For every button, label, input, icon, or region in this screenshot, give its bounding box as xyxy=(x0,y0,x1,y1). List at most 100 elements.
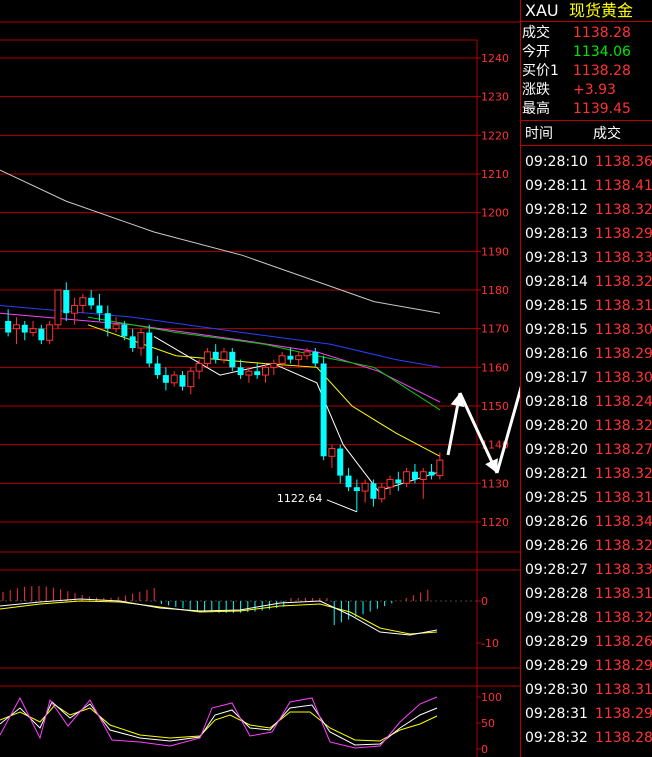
tick-row[interactable]: 09:28:27 1138.33 xyxy=(521,558,652,582)
tick-row[interactable]: 09:28:18 1138.24 xyxy=(521,390,652,414)
candle-body xyxy=(254,371,261,376)
tick-price: 1138.33 xyxy=(595,562,652,578)
candle-body xyxy=(395,479,402,484)
tick-price: 1138.31 xyxy=(595,490,652,506)
price-axis-label: 1180 xyxy=(481,284,509,297)
candle-body xyxy=(220,351,228,361)
tick-row[interactable]: 09:28:29 1138.26 xyxy=(521,630,652,654)
price-axis-label: 1130 xyxy=(481,477,509,490)
quote-row: 成交 1138.28 xyxy=(521,24,652,43)
candle-body xyxy=(195,362,203,372)
candle-body xyxy=(303,351,311,357)
tick-price: 1138.33 xyxy=(595,250,652,266)
tick-price: 1138.32 xyxy=(595,274,652,290)
tick-row[interactable]: 09:28:28 1138.32 xyxy=(521,606,652,630)
candle-body xyxy=(104,313,111,329)
tick-price: 1138.31 xyxy=(595,298,652,314)
candle-body xyxy=(112,324,120,330)
candle-body xyxy=(411,471,418,480)
candle-body xyxy=(328,448,336,457)
tick-time: 09:28:29 xyxy=(525,658,588,674)
candle-body xyxy=(386,478,394,488)
tick-row[interactable]: 09:28:10 1138.36 xyxy=(521,150,652,174)
candle-body xyxy=(312,351,319,364)
tick-row[interactable]: 09:28:29 1138.29 xyxy=(521,654,652,678)
tick-time: 09:28:28 xyxy=(525,610,588,626)
kdj-axis-label: 100 xyxy=(481,691,502,704)
tick-time: 09:28:14 xyxy=(525,274,588,290)
price-axis-label: 1160 xyxy=(481,361,509,374)
quote-value: 1134.06 xyxy=(573,44,631,60)
tick-time: 09:28:28 xyxy=(525,586,588,602)
divider xyxy=(521,145,652,146)
tick-row[interactable]: 09:28:16 1138.29 xyxy=(521,342,652,366)
tick-row[interactable]: 09:28:20 1138.32 xyxy=(521,414,652,438)
symbol-header: XAU 现货黄金 xyxy=(521,0,652,22)
tick-row[interactable]: 09:28:13 1138.29 xyxy=(521,222,652,246)
quote-label: 今开 xyxy=(522,44,550,60)
candle-body xyxy=(237,367,244,376)
candle-body xyxy=(179,375,186,387)
candle-body xyxy=(46,324,54,341)
tick-row[interactable]: 09:28:28 1138.31 xyxy=(521,582,652,606)
candle-body xyxy=(187,370,195,388)
quote-row: 最高 1139.45 xyxy=(521,100,652,119)
quote-value: 1139.45 xyxy=(573,101,631,117)
candle-body xyxy=(370,483,377,499)
tick-row[interactable]: 09:28:12 1138.32 xyxy=(521,198,652,222)
candle-body xyxy=(29,328,37,334)
tick-row[interactable]: 09:28:31 1138.29 xyxy=(521,702,652,726)
tick-row[interactable]: 09:28:14 1138.32 xyxy=(521,270,652,294)
price-axis-label: 1120 xyxy=(481,516,509,529)
candle-body xyxy=(353,487,360,492)
price-axis-label: 1150 xyxy=(481,400,509,413)
low-annotation-line xyxy=(326,499,358,513)
candle-body xyxy=(345,475,352,488)
candle-body xyxy=(203,351,211,364)
kdj-k-line xyxy=(0,701,438,746)
tick-row[interactable]: 09:28:26 1138.34 xyxy=(521,510,652,534)
tick-price: 1138.32 xyxy=(595,610,652,626)
tick-row[interactable]: 09:28:13 1138.33 xyxy=(521,246,652,270)
kline-chart[interactable]: 1240 1230 1220 1210 1200 1190 1180 1170 1160 1150… xyxy=(0,0,520,757)
tick-row[interactable]: 09:28:25 1138.31 xyxy=(521,486,652,510)
tick-row[interactable]: 09:28:11 1138.41 xyxy=(521,174,652,198)
candle-body xyxy=(245,370,253,376)
tick-time: 09:28:31 xyxy=(525,706,588,722)
candle-body xyxy=(403,471,411,484)
candle-body xyxy=(5,320,12,333)
candle-body xyxy=(121,324,128,337)
tick-price: 1138.28 xyxy=(595,730,652,746)
tick-row[interactable]: 09:28:30 1138.31 xyxy=(521,678,652,702)
chart-canvas: 1240 1230 1220 1210 1200 1190 1180 1170 1160 1150… xyxy=(0,21,520,757)
tick-row[interactable]: 09:28:21 1138.32 xyxy=(521,462,652,486)
tick-price: 1138.32 xyxy=(595,202,652,218)
tick-time: 09:28:26 xyxy=(525,538,588,554)
macd-axis-label: -10 xyxy=(481,637,499,650)
candle-body xyxy=(96,305,103,314)
candle-body xyxy=(229,351,236,368)
candle-body xyxy=(129,336,136,348)
ticks-header-price: 成交 xyxy=(593,126,621,142)
tick-row[interactable]: 09:28:26 1138.32 xyxy=(521,534,652,558)
tick-row[interactable]: 09:28:15 1138.31 xyxy=(521,294,652,318)
tick-time: 09:28:30 xyxy=(525,682,588,698)
quote-label: 涨跌 xyxy=(522,82,550,98)
tick-time: 09:28:32 xyxy=(525,730,588,746)
candle-body xyxy=(428,471,435,476)
candle-body xyxy=(270,362,278,368)
candle-body xyxy=(137,332,145,349)
tick-time: 09:28:15 xyxy=(525,298,588,314)
tick-price: 1138.32 xyxy=(595,538,652,554)
price-axis-label: 1190 xyxy=(481,245,509,258)
tick-row[interactable]: 09:28:32 1138.28 xyxy=(521,726,652,750)
tick-price: 1138.30 xyxy=(595,322,652,338)
candle-body xyxy=(63,290,70,314)
tick-row[interactable]: 09:28:17 1138.30 xyxy=(521,366,652,390)
tick-row[interactable]: 09:28:15 1138.30 xyxy=(521,318,652,342)
quote-row: 今开 1134.06 xyxy=(521,43,652,62)
tick-row[interactable]: 09:28:20 1138.27 xyxy=(521,438,652,462)
symbol-name: 现货黄金 xyxy=(569,1,634,20)
ticks-header: 时间 成交 xyxy=(521,123,652,145)
candle-body xyxy=(361,482,369,492)
